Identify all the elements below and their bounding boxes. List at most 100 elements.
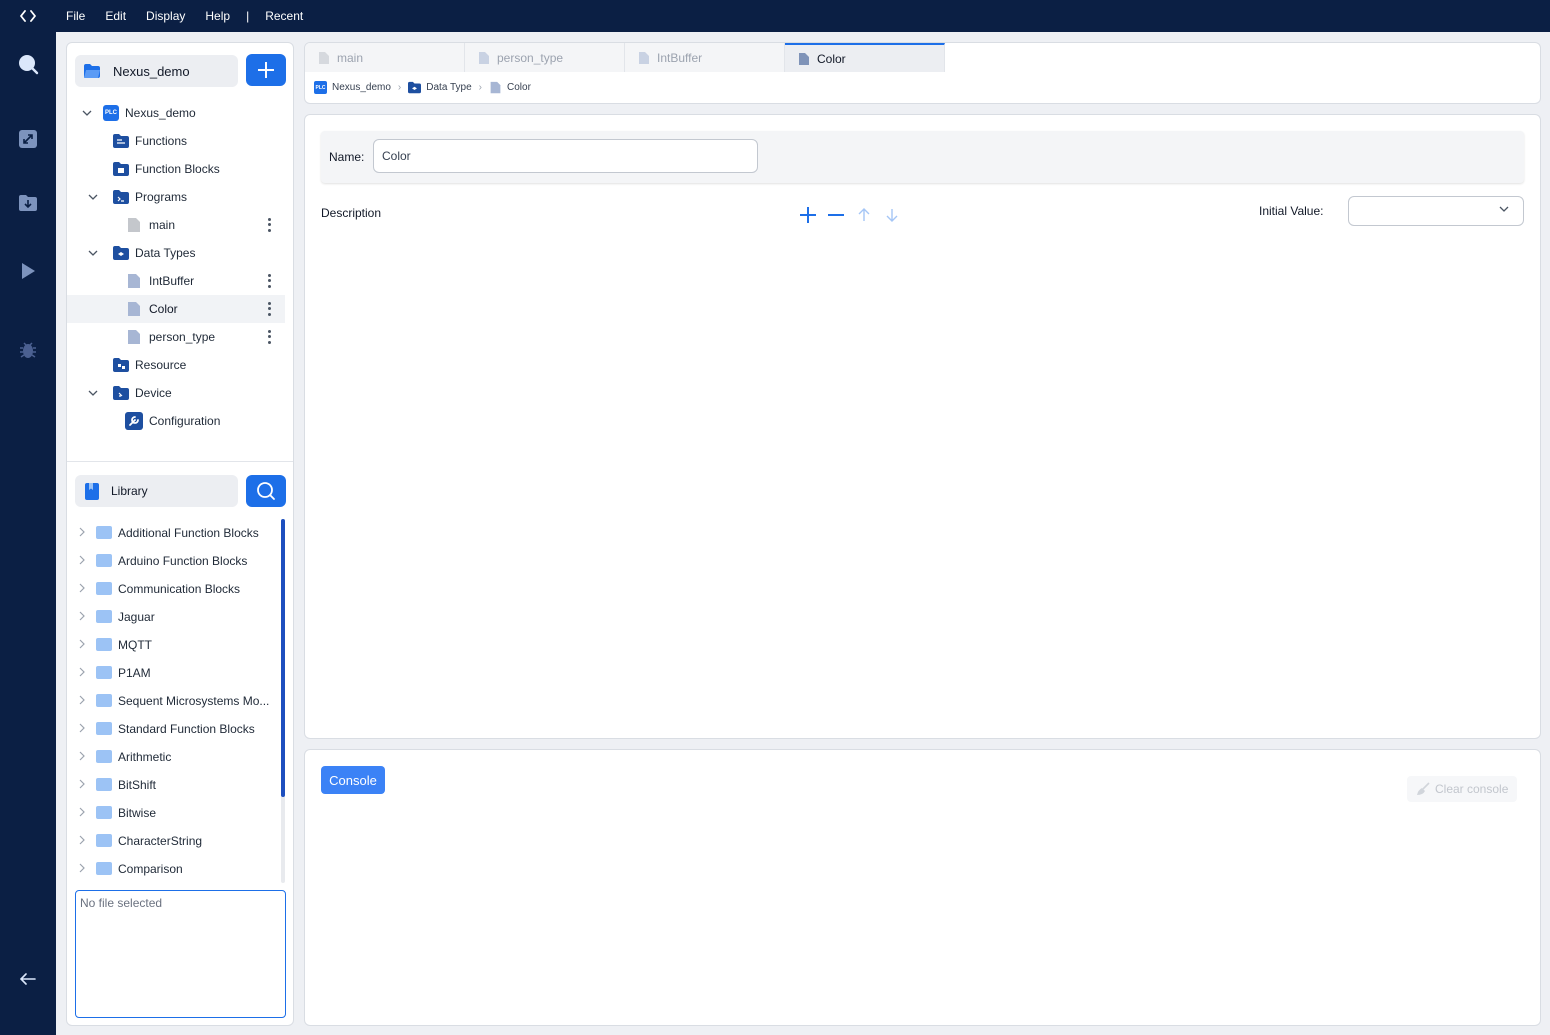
chevron-right-icon[interactable] (79, 638, 85, 652)
tab-main[interactable]: main (305, 43, 465, 72)
code-brackets-icon[interactable] (0, 0, 56, 32)
description-label: Description (321, 206, 382, 220)
chevron-down-icon (1499, 206, 1509, 212)
file-info-text: No file selected (80, 896, 163, 910)
menu-edit[interactable]: Edit (95, 9, 136, 23)
more-options-icon[interactable] (265, 301, 273, 317)
chevron-right-icon[interactable] (79, 862, 85, 876)
menu-recent[interactable]: Recent (255, 9, 313, 23)
breadcrumb-section[interactable]: Data Type (426, 82, 471, 93)
more-options-icon[interactable] (265, 273, 273, 289)
tree-item-resource[interactable]: Resource (67, 351, 293, 379)
chevron-down-icon[interactable] (87, 191, 99, 203)
clear-console-button[interactable]: Clear console (1407, 776, 1517, 802)
chevron-right-icon[interactable] (79, 778, 85, 792)
tree-item-data-types[interactable]: Data Types (67, 239, 293, 267)
initial-value-label: Initial Value: (1259, 204, 1324, 218)
more-options-icon[interactable] (265, 217, 273, 233)
tree-label: Programs (135, 190, 188, 204)
library-scrollbar-thumb[interactable] (281, 519, 285, 797)
library-item[interactable]: P1AM (67, 659, 281, 687)
library-item[interactable]: MQTT (67, 631, 281, 659)
library-item[interactable]: Arithmetic (67, 743, 281, 771)
tab-intbuffer[interactable]: IntBuffer (625, 43, 785, 72)
chevron-right-icon[interactable] (79, 610, 85, 624)
chevron-right-icon[interactable] (79, 834, 85, 848)
library-item[interactable]: Communication Blocks (67, 575, 281, 603)
file-icon (479, 51, 489, 64)
tab-person-type[interactable]: person_type (465, 43, 625, 72)
tab-label: IntBuffer (657, 50, 703, 65)
chevron-right-icon[interactable] (79, 666, 85, 680)
chevron-right-icon[interactable] (79, 750, 85, 764)
folder-icon (96, 526, 112, 539)
more-options-icon[interactable] (265, 329, 273, 345)
tab-color[interactable]: Color (785, 43, 945, 72)
folder-icon (96, 666, 112, 679)
tree-item-nexus-demo[interactable]: PLC Nexus_demo (67, 99, 293, 127)
tree-label: Resource (135, 358, 187, 372)
folder-icon (96, 806, 112, 819)
library-item[interactable]: Additional Function Blocks (67, 519, 281, 547)
tree-item-color[interactable]: Color (67, 295, 285, 323)
chevron-right-icon[interactable] (79, 694, 85, 708)
library-search-button[interactable] (246, 475, 286, 507)
play-icon[interactable] (17, 260, 39, 282)
tree-item-programs[interactable]: Programs (67, 183, 293, 211)
tree-item-intbuffer[interactable]: IntBuffer (67, 267, 293, 295)
tree-item-person-type[interactable]: person_type (67, 323, 293, 351)
collapse-arrow-icon[interactable] (17, 968, 39, 990)
file-icon (639, 51, 649, 64)
folder-icon (96, 554, 112, 567)
menu-file[interactable]: File (56, 9, 95, 23)
tree-item-configuration[interactable]: Configuration (67, 407, 293, 435)
remove-row-icon[interactable] (826, 205, 846, 225)
top-menu-bar: File Edit Display Help | Recent (0, 0, 1550, 32)
chevron-down-icon[interactable] (81, 107, 93, 119)
console-tab[interactable]: Console (321, 766, 385, 794)
tree-item-main[interactable]: main (67, 211, 293, 239)
menu-display[interactable]: Display (136, 9, 195, 23)
download-folder-icon[interactable] (17, 192, 39, 214)
chevron-down-icon[interactable] (87, 387, 99, 399)
search-icon (257, 482, 275, 500)
tree-item-function-blocks[interactable]: Function Blocks (67, 155, 293, 183)
expand-icon[interactable] (17, 128, 39, 150)
folder-icon (96, 722, 112, 735)
chevron-right-icon[interactable] (79, 526, 85, 540)
add-button[interactable] (246, 54, 286, 86)
library-item[interactable]: Sequent Microsystems Mo... (67, 687, 281, 715)
breadcrumb-project[interactable]: Nexus_demo (332, 82, 391, 93)
tree-item-device[interactable]: Device (67, 379, 293, 407)
breadcrumb-item[interactable]: Color (507, 82, 531, 93)
library-item[interactable]: Bitwise (67, 799, 281, 827)
library-item[interactable]: Standard Function Blocks (67, 715, 281, 743)
arrow-up-icon[interactable] (854, 205, 874, 225)
library-header[interactable]: Library (75, 475, 238, 507)
chevron-right-icon[interactable] (79, 582, 85, 596)
arrow-down-icon[interactable] (882, 205, 902, 225)
library-item[interactable]: Arduino Function Blocks (67, 547, 281, 575)
chevron-down-icon[interactable] (87, 247, 99, 259)
name-input[interactable] (373, 139, 758, 173)
tree-label: main (149, 218, 176, 232)
library-item[interactable]: BitShift (67, 771, 281, 799)
add-row-icon[interactable] (798, 205, 818, 225)
menu-help[interactable]: Help (195, 9, 240, 23)
initial-value-select[interactable] (1348, 196, 1524, 226)
project-selector[interactable]: Nexus_demo (75, 55, 238, 87)
chevron-right-icon[interactable] (79, 554, 85, 568)
tree-label: Color (149, 302, 178, 316)
library-item[interactable]: CharacterString (67, 827, 281, 855)
search-icon[interactable] (17, 53, 39, 75)
chevron-right-icon[interactable] (79, 722, 85, 736)
tree-item-functions[interactable]: Functions (67, 127, 293, 155)
library-item[interactable]: Comparison (67, 855, 281, 883)
debug-bug-icon[interactable] (17, 339, 39, 361)
data-type-file-icon (127, 273, 143, 289)
library-item[interactable]: Jaguar (67, 603, 281, 631)
project-name: Nexus_demo (113, 63, 190, 79)
library-item-label: Additional Function Blocks (118, 526, 259, 540)
chevron-right-icon[interactable] (79, 806, 85, 820)
file-icon (799, 52, 809, 65)
